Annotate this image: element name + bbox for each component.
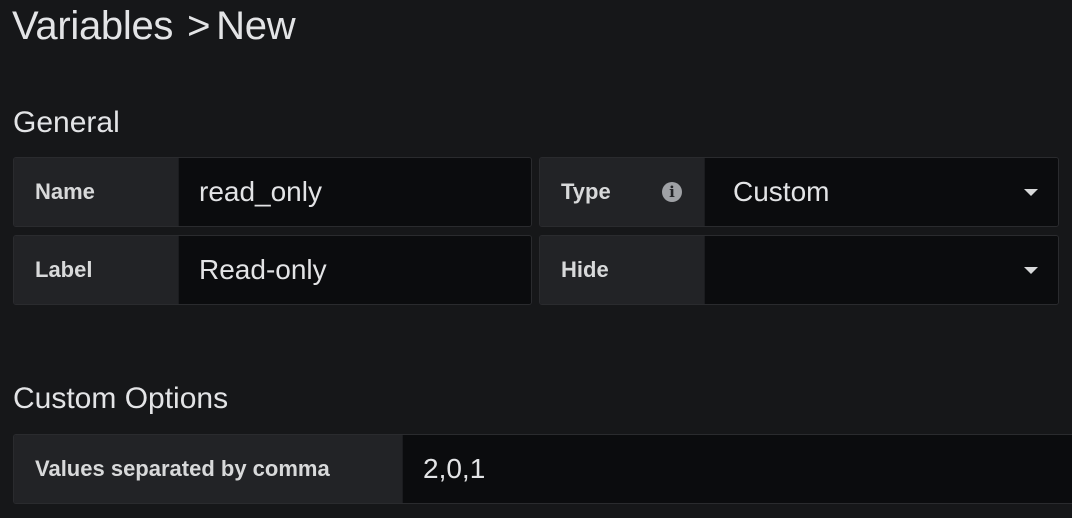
hide-field: Hide bbox=[539, 235, 1059, 305]
label-field-label: Label bbox=[14, 236, 178, 304]
label-input[interactable]: Read-only bbox=[178, 236, 531, 304]
hide-select[interactable] bbox=[704, 236, 1058, 304]
name-field: Name read_only bbox=[13, 157, 532, 227]
hide-field-label: Hide bbox=[540, 236, 704, 304]
label-field: Label Read-only bbox=[13, 235, 532, 305]
chevron-down-icon bbox=[1024, 189, 1038, 196]
breadcrumb-current: New bbox=[216, 4, 296, 48]
name-input[interactable]: read_only bbox=[178, 158, 531, 226]
page-title: Variables > New bbox=[12, 4, 296, 49]
custom-options-section-heading: Custom Options bbox=[13, 382, 229, 415]
breadcrumb-parent[interactable]: Variables bbox=[12, 4, 173, 48]
type-select-value: Custom bbox=[733, 176, 830, 207]
breadcrumb-separator: > bbox=[187, 4, 211, 48]
chevron-down-icon bbox=[1024, 267, 1038, 274]
custom-values-input[interactable]: 2,0,1 bbox=[402, 435, 1072, 503]
type-field: Type i Custom bbox=[539, 157, 1059, 227]
general-section-heading: General bbox=[13, 106, 120, 139]
name-field-label: Name bbox=[14, 158, 178, 226]
type-field-label-text: Type bbox=[561, 179, 611, 204]
info-icon[interactable]: i bbox=[662, 182, 682, 202]
custom-values-label: Values separated by comma bbox=[14, 435, 402, 503]
type-field-label: Type i bbox=[540, 158, 704, 226]
type-select[interactable]: Custom bbox=[704, 158, 1058, 226]
custom-values-field: Values separated by comma 2,0,1 bbox=[13, 434, 1072, 504]
